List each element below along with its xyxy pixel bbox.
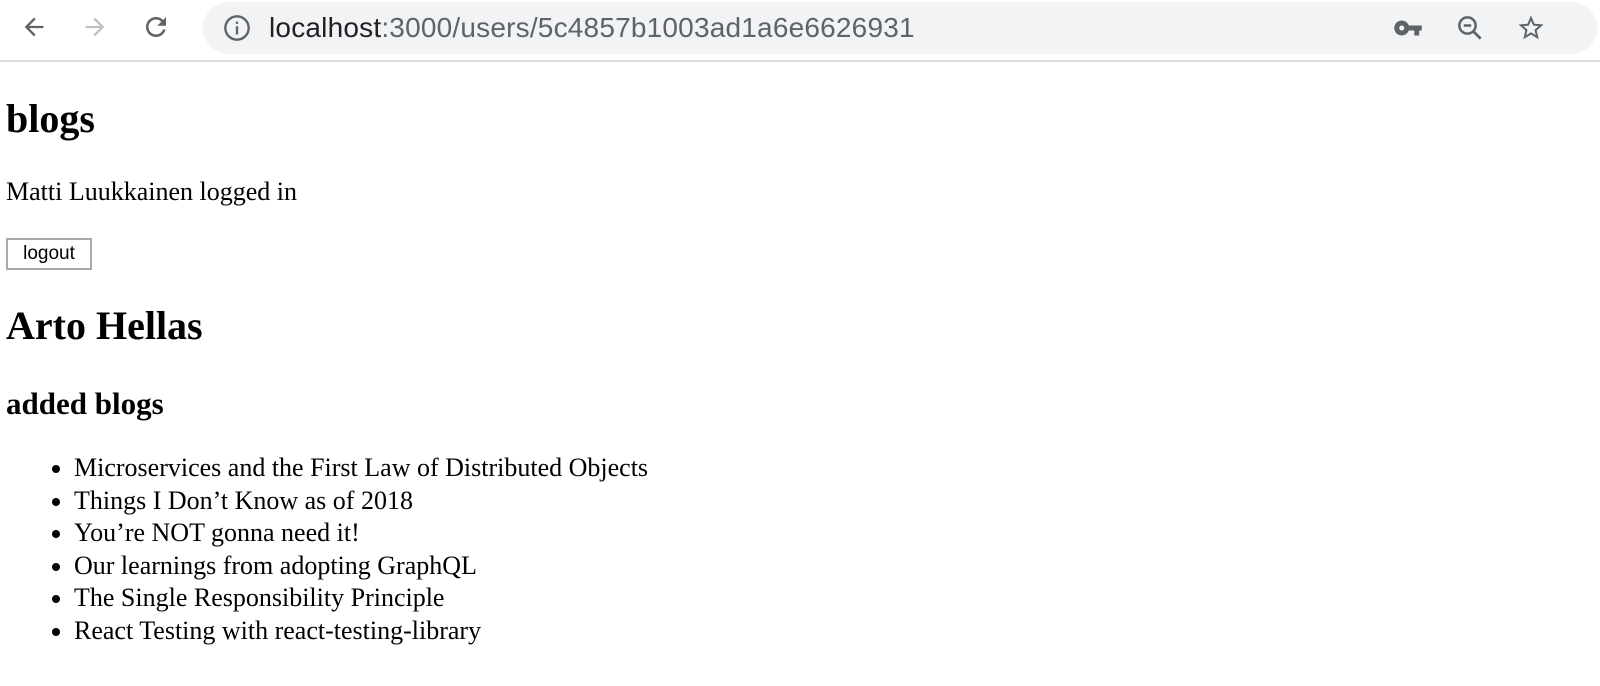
page-title: blogs [6,96,95,141]
user-name-heading: Arto Hellas [6,303,203,348]
url-path: :3000/users/5c4857b1003ad1a6e6626931 [381,12,915,43]
blog-list-item: Things I Don’t Know as of 2018 [74,485,648,518]
blog-list-item: Our learnings from adopting GraphQL [74,550,648,583]
arrow-left-icon [24,17,44,37]
blog-list-item: React Testing with react-testing-library [74,615,648,648]
reload-button[interactable] [136,7,176,47]
info-icon[interactable] [223,14,251,42]
blog-list-item: The Single Responsibility Principle [74,582,648,615]
url-text[interactable]: localhost:3000/users/5c4857b1003ad1a6e66… [269,2,915,54]
forward-button[interactable] [75,7,115,47]
blog-list: Microservices and the First Law of Distr… [6,452,648,648]
zoom-button[interactable] [1455,13,1485,43]
zoom-out-icon [1458,16,1482,40]
arrow-right-icon [85,17,105,37]
key-icon [1394,20,1422,36]
url-host: localhost [269,12,382,43]
blog-list-item: You’re NOT gonna need it! [74,517,648,550]
browser-toolbar: localhost:3000/users/5c4857b1003ad1a6e66… [0,0,1600,62]
back-button[interactable] [14,7,54,47]
blog-list-item: Microservices and the First Law of Distr… [74,452,648,485]
address-bar[interactable]: localhost:3000/users/5c4857b1003ad1a6e66… [203,2,1597,54]
logged-in-status: Matti Luukkainen logged in [6,177,298,206]
bookmark-button[interactable] [1516,13,1546,43]
star-icon [1518,15,1544,40]
logout-button[interactable]: logout [6,238,92,270]
reload-icon [146,17,166,37]
added-blogs-heading: added blogs [6,386,164,421]
password-key-button[interactable] [1393,13,1423,43]
